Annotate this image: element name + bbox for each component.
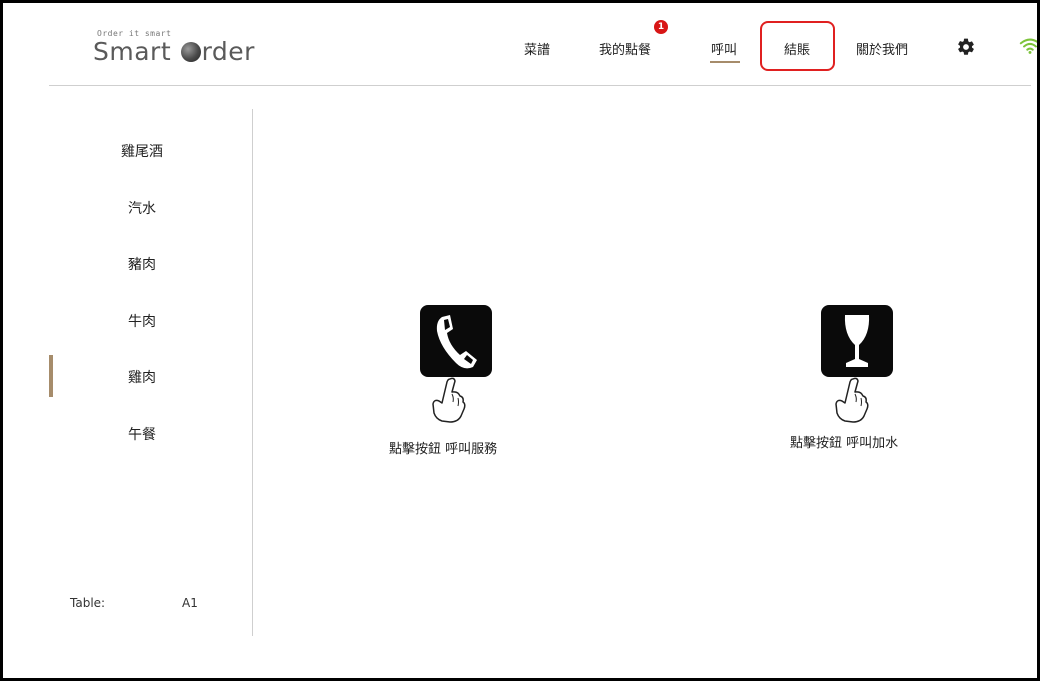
call-service-button[interactable]: 點擊按鈕 呼叫服務	[373, 298, 533, 478]
wine-glass-icon-tile	[821, 305, 893, 377]
header-divider	[49, 85, 1031, 86]
pointing-hand-icon	[835, 377, 869, 423]
nav-call[interactable]: 呼叫	[711, 39, 737, 58]
sidebar-divider	[252, 109, 253, 636]
pointing-hand-icon	[432, 377, 466, 423]
logo-o-mark	[180, 42, 201, 62]
table-label: Table:	[70, 596, 106, 610]
logo-wordmark: Smart rder	[93, 37, 255, 66]
app-frame: Order it smart Smart rder 菜譜 我的點餐 1 呼叫 結…	[0, 0, 1040, 681]
nav-menu[interactable]: 菜譜	[524, 39, 550, 58]
call-service-label: 點擊按鈕 呼叫服務	[389, 442, 498, 457]
sidebar-item-chicken[interactable]: 雞肉	[112, 367, 172, 387]
order-count-badge: 1	[654, 20, 668, 34]
nav-active-underline	[710, 61, 740, 63]
sidebar-item-cocktails[interactable]: 雞尾酒	[112, 141, 172, 161]
table-number: A1	[182, 596, 198, 610]
sidebar-item-soda[interactable]: 汽水	[112, 198, 172, 218]
sidebar-item-beef[interactable]: 牛肉	[112, 311, 172, 331]
nav-my-order[interactable]: 我的點餐	[599, 39, 651, 58]
wifi-icon	[1019, 38, 1037, 54]
call-water-button[interactable]: 點擊按鈕 呼叫加水	[775, 298, 935, 478]
wine-glass-icon	[844, 315, 870, 367]
gear-icon[interactable]	[956, 37, 976, 57]
sidebar-item-lunch[interactable]: 午餐	[112, 424, 172, 444]
app-logo: Order it smart Smart rder	[93, 29, 273, 71]
sidebar-item-pork[interactable]: 豬肉	[112, 254, 172, 274]
logo-name-end: rder	[201, 37, 255, 66]
logo-name-start: Smart	[93, 37, 180, 66]
call-water-label: 點擊按鈕 呼叫加水	[790, 436, 899, 451]
phone-icon-tile	[420, 305, 492, 377]
nav-checkout[interactable]: 結賬	[784, 39, 810, 58]
nav-about[interactable]: 關於我們	[856, 39, 908, 58]
phone-icon	[436, 315, 477, 369]
sidebar-selected-marker	[49, 355, 53, 397]
